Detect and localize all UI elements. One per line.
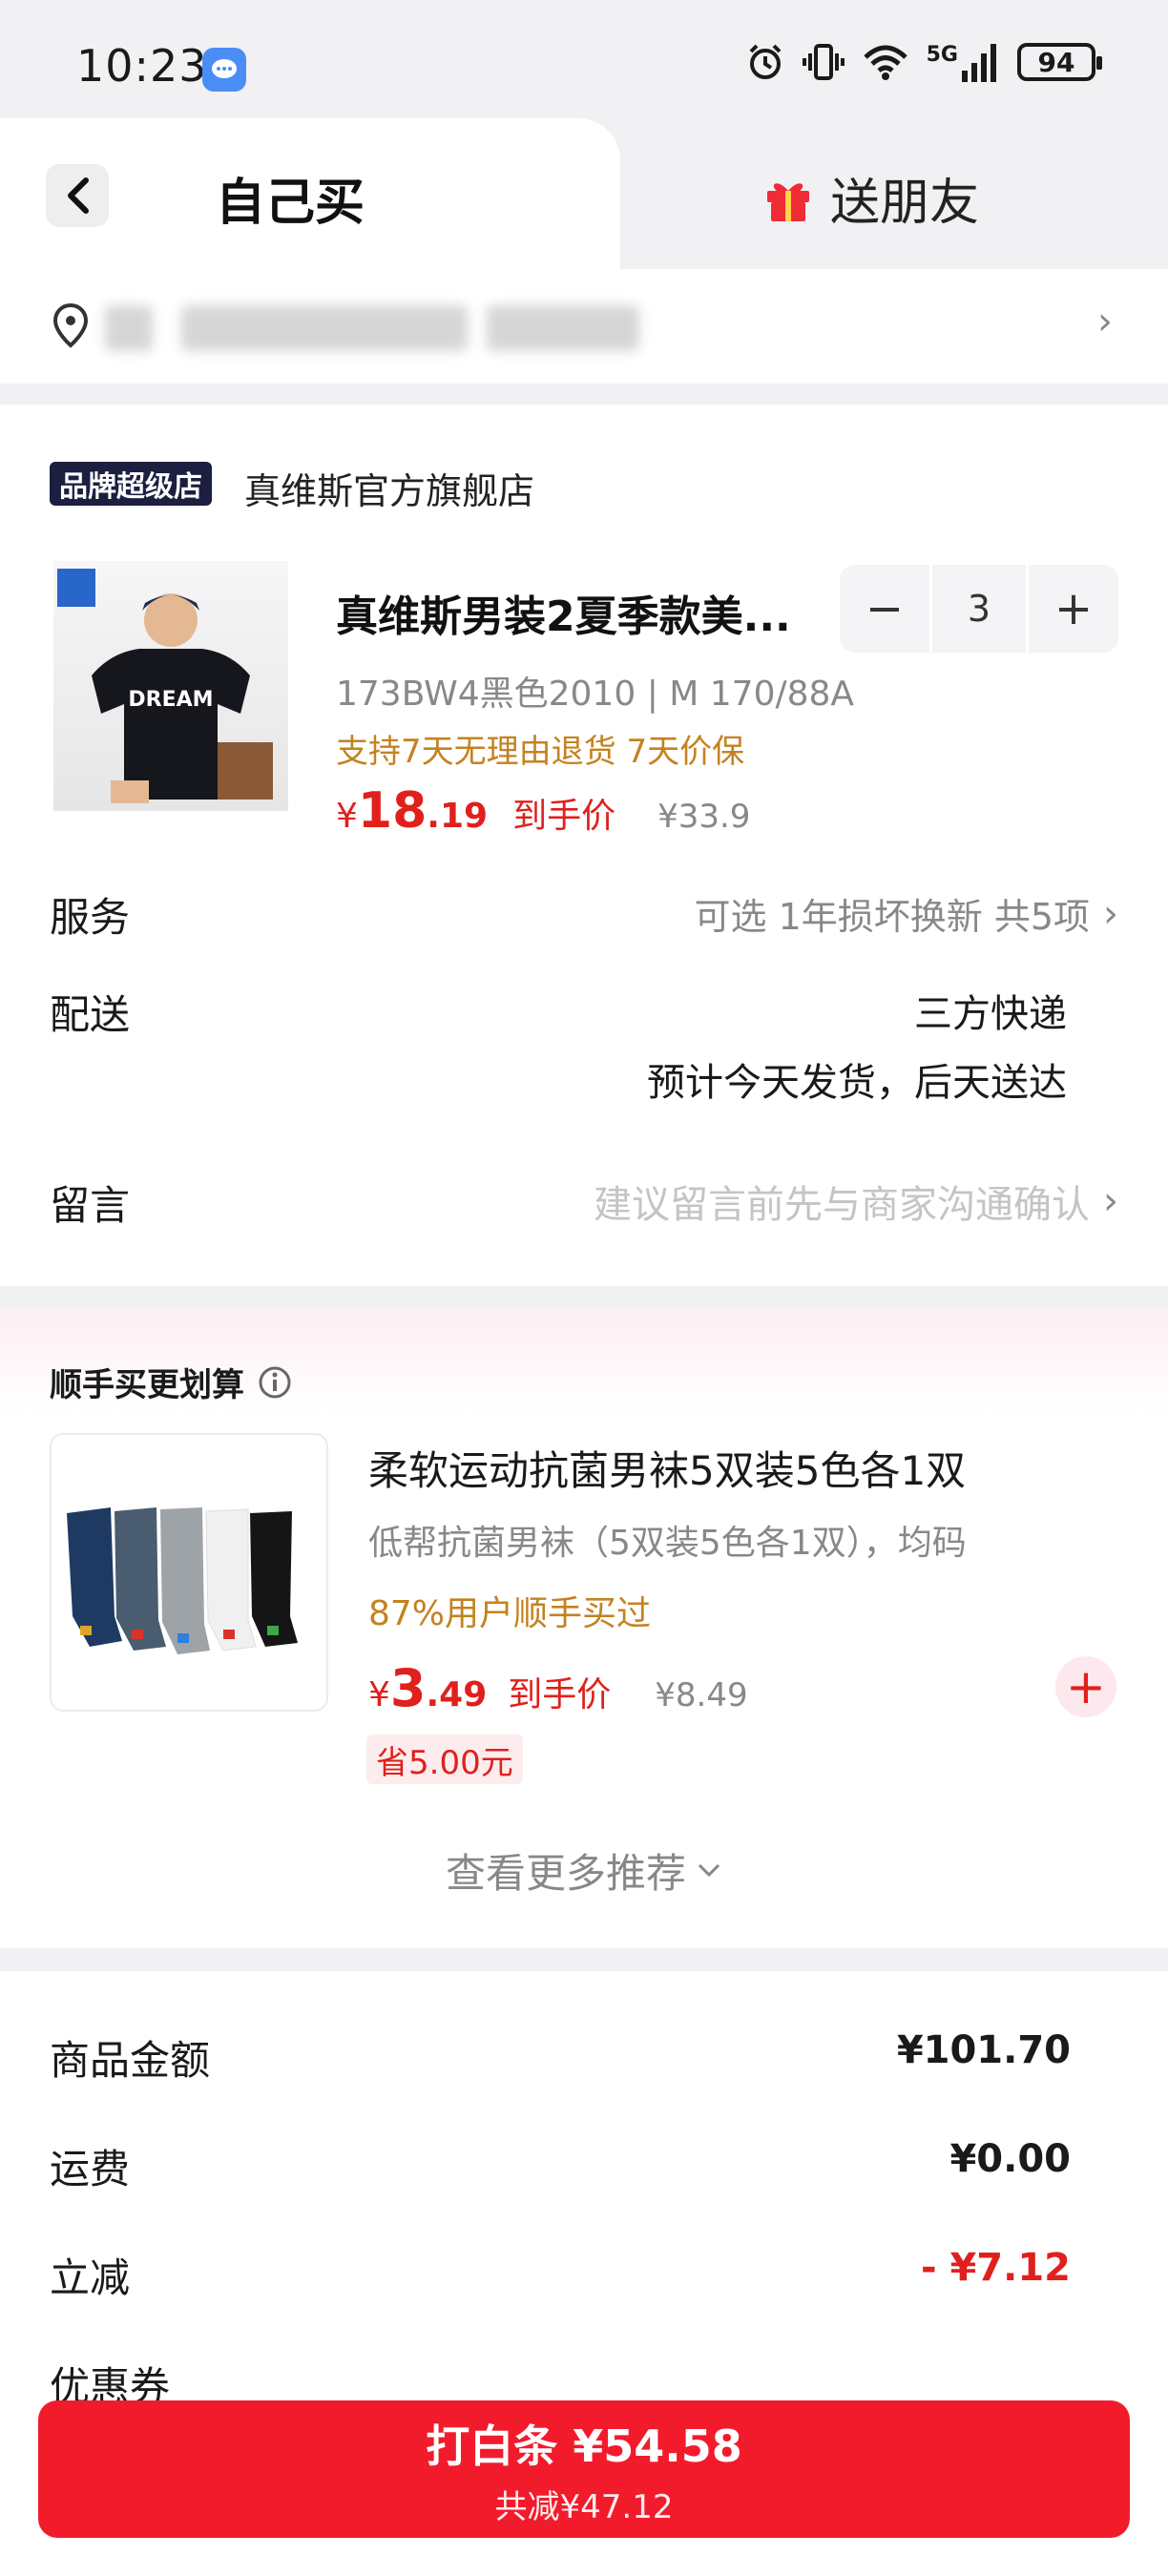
battery-icon: 94 bbox=[1017, 43, 1102, 81]
chevron-left-icon bbox=[68, 177, 89, 214]
price-symbol: ¥ bbox=[368, 1675, 390, 1714]
shipping-value: ¥0.00 bbox=[949, 2137, 1071, 2181]
shipping-label: 运费 bbox=[50, 2146, 131, 2192]
more-recommendations-label: 查看更多推荐 bbox=[445, 1850, 686, 1897]
product-card bbox=[0, 405, 1168, 1286]
add-addon-button[interactable]: + bbox=[1055, 1656, 1116, 1717]
network-type: 5G bbox=[926, 42, 958, 67]
addon-desc: 低帮抗菌男袜（5双装5色各1双），均码 bbox=[368, 1524, 967, 1563]
discount-value: - ¥7.12 bbox=[920, 2246, 1071, 2290]
info-icon[interactable] bbox=[258, 1365, 292, 1400]
increase-button[interactable]: + bbox=[1029, 565, 1118, 653]
product-price-row: ¥ 18 .19 到手价 ¥33.9 bbox=[336, 782, 750, 840]
addon-product-image[interactable] bbox=[50, 1433, 328, 1712]
discount-label: 立减 bbox=[50, 2254, 131, 2301]
price-label: 到手价 bbox=[512, 797, 616, 836]
product-guarantee-tags: 支持7天无理由退货 7天价保 bbox=[336, 733, 745, 771]
location-pin-icon bbox=[52, 303, 89, 348]
wifi-icon bbox=[863, 45, 907, 80]
delivery-info[interactable]: 三方快递 预计今天发货，后天送达 bbox=[647, 983, 1067, 1107]
store-badge: 品牌超级店 bbox=[50, 462, 212, 506]
price-integer: 18 bbox=[357, 782, 428, 840]
original-price: ¥8.49 bbox=[655, 1676, 748, 1714]
product-spec[interactable]: 173BW4黑色2010 | M 170/88A bbox=[336, 666, 854, 716]
delivery-eta: 预计今天发货，后天送达 bbox=[647, 1061, 1067, 1105]
tab-self[interactable]: 自己买 bbox=[216, 162, 365, 234]
battery-level: 94 bbox=[1037, 46, 1075, 78]
tab-gift-label: 送朋友 bbox=[830, 175, 980, 232]
address-blurred bbox=[181, 305, 468, 351]
status-time: 10:23 bbox=[76, 40, 208, 92]
service-label: 服务 bbox=[50, 894, 131, 941]
message-row[interactable]: 建议留言前先与商家沟通确认 › bbox=[594, 1174, 1118, 1229]
chevron-right-icon: › bbox=[1103, 1179, 1118, 1223]
pay-button[interactable]: 打白条 ¥54.58 共减¥47.12 bbox=[38, 2400, 1130, 2538]
quantity-stepper: − 3 + bbox=[840, 565, 1118, 653]
addon-header-title: 顺手买更划算 bbox=[50, 1366, 244, 1404]
pay-button-label: 打白条 ¥54.58 bbox=[426, 2420, 742, 2472]
message-notification-icon bbox=[202, 48, 246, 92]
message-label: 留言 bbox=[50, 1182, 131, 1229]
addon-price-row: ¥ 3 .49 到手价 ¥8.49 bbox=[368, 1658, 748, 1718]
product-image[interactable]: DREAM bbox=[53, 561, 288, 811]
chevron-right-icon: › bbox=[1103, 891, 1118, 936]
goods-amount-value: ¥101.70 bbox=[896, 2028, 1071, 2072]
shirt-print-text: DREAM bbox=[128, 688, 213, 712]
chevron-down-icon bbox=[698, 1863, 720, 1877]
goods-amount-label: 商品金额 bbox=[50, 2037, 211, 2084]
socks-image bbox=[67, 1507, 298, 1654]
addon-save-badge: 省5.00元 bbox=[366, 1735, 523, 1784]
alarm-icon bbox=[749, 44, 782, 79]
delivery-method: 三方快递 bbox=[914, 992, 1067, 1036]
product-title[interactable]: 真维斯男装2夏季款美... bbox=[336, 582, 791, 643]
address-blurred bbox=[105, 305, 153, 351]
message-input[interactable]: 建议留言前先与商家沟通确认 bbox=[594, 1174, 1090, 1229]
quantity-value[interactable]: 3 bbox=[929, 565, 1029, 653]
tab-gift[interactable]: 送朋友 bbox=[763, 162, 979, 234]
signal-5g: 5G bbox=[927, 43, 1000, 82]
price-label: 到手价 bbox=[508, 1675, 612, 1714]
original-price: ¥33.9 bbox=[657, 798, 751, 836]
store-name[interactable]: 真维斯官方旗舰店 bbox=[244, 462, 534, 514]
signal-bars-icon bbox=[962, 43, 996, 82]
gift-icon bbox=[767, 182, 809, 221]
more-recommendations-link[interactable]: 查看更多推荐 bbox=[0, 1841, 1168, 1900]
vibrate-icon bbox=[802, 44, 845, 80]
service-value: 可选 1年损坏换新 共5项 bbox=[694, 896, 1090, 938]
pay-button-savings: 共减¥47.12 bbox=[494, 2487, 674, 2526]
back-button[interactable] bbox=[46, 164, 109, 227]
price-decimal: .19 bbox=[427, 797, 489, 836]
address-chevron-icon: › bbox=[1097, 300, 1113, 343]
status-icons: 5G 94 bbox=[745, 42, 1102, 82]
decrease-button[interactable]: − bbox=[840, 565, 929, 653]
addon-header: 顺手买更划算 bbox=[50, 1359, 292, 1405]
addon-social-proof: 87%用户顺手买过 bbox=[368, 1594, 652, 1633]
service-row[interactable]: 可选 1年损坏换新 共5项 › bbox=[694, 887, 1118, 940]
price-symbol: ¥ bbox=[336, 797, 358, 836]
tshirt-model-image: DREAM bbox=[57, 569, 273, 803]
delivery-label: 配送 bbox=[50, 991, 131, 1038]
address-blurred bbox=[487, 305, 639, 351]
price-integer: 3 bbox=[389, 1658, 427, 1718]
addon-title[interactable]: 柔软运动抗菌男袜5双装5色各1双 bbox=[368, 1439, 966, 1497]
price-decimal: .49 bbox=[426, 1675, 488, 1714]
